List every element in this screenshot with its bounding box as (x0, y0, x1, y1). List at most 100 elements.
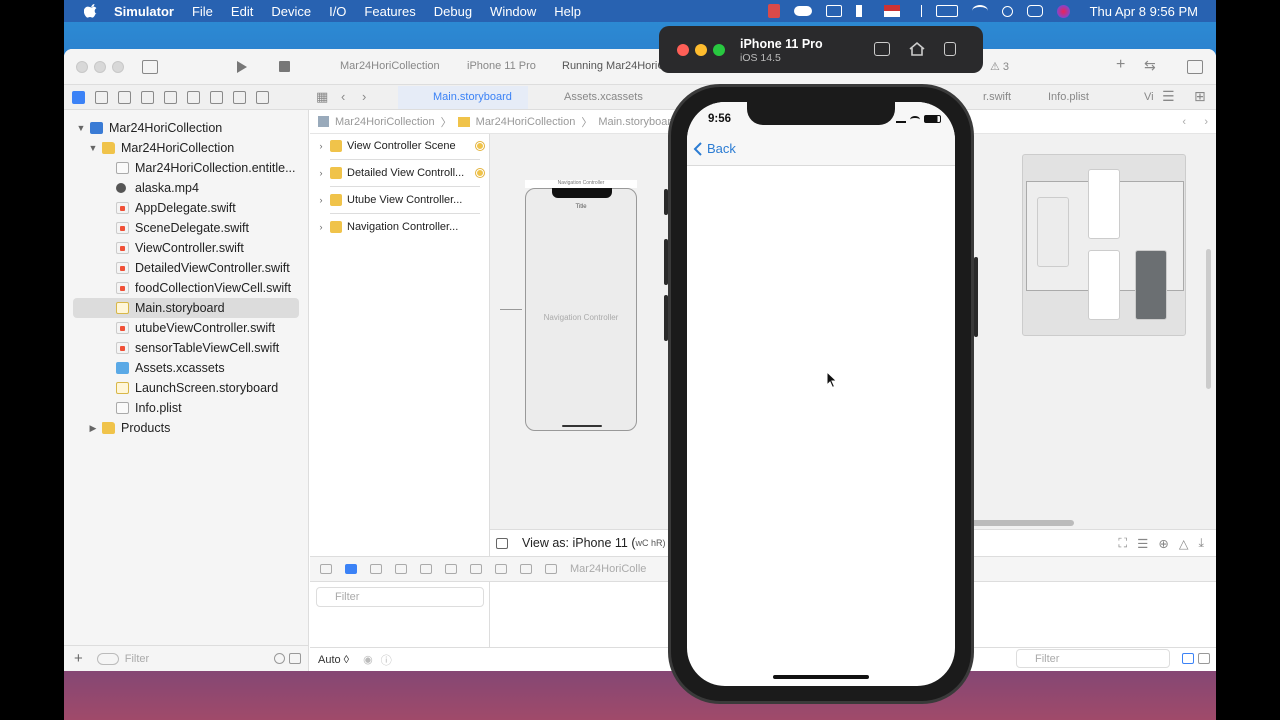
nav-scene-header[interactable]: Navigation Controller (525, 180, 637, 188)
disclosure-closed-icon[interactable]: › (316, 141, 326, 151)
file-viewcontroller[interactable]: ViewController.swift (64, 238, 309, 258)
outline-filter-input[interactable]: Filter (316, 587, 484, 607)
editor-grid-icon[interactable]: ▦ (316, 89, 328, 105)
file-detailedviewcontroller[interactable]: DetailedViewController.swift (64, 258, 309, 278)
window-zoom-button[interactable] (112, 61, 124, 73)
bluetooth-icon[interactable] (914, 5, 922, 17)
tab-main-storyboard[interactable]: Main.storyboard (433, 91, 512, 103)
ios-back-button[interactable]: Back (693, 141, 736, 156)
step-out-icon[interactable] (445, 564, 457, 574)
variables-mode-select[interactable]: Auto ◊ (318, 654, 349, 666)
issue-nav-prev-icon[interactable]: ‹ (1182, 116, 1186, 128)
menu-file[interactable]: File (192, 4, 213, 19)
menu-clock[interactable]: Thu Apr 8 9:56 PM (1090, 4, 1198, 19)
menu-help[interactable]: Help (554, 4, 581, 19)
home-icon[interactable] (908, 41, 926, 57)
tab-info-plist[interactable]: Info.plist (1048, 91, 1089, 103)
volume-down-button[interactable] (664, 295, 668, 341)
battery-icon[interactable] (935, 5, 958, 17)
tab-more[interactable]: Vi (1144, 91, 1154, 103)
search-icon[interactable] (1001, 5, 1013, 17)
file-foodcollectionviewcell[interactable]: foodCollectionViewCell.swift (64, 278, 309, 298)
nav-forward-icon[interactable]: › (362, 89, 366, 104)
ios-home-indicator[interactable] (773, 675, 869, 679)
power-button[interactable] (974, 257, 978, 337)
cloud-upload-icon[interactable] (793, 6, 812, 16)
pin-icon[interactable]: ⊕ (1158, 536, 1168, 551)
recent-files-icon[interactable] (274, 653, 285, 664)
stop-icon[interactable] (279, 61, 290, 72)
hide-debug-area-icon[interactable] (320, 564, 332, 574)
scheme-device[interactable]: iPhone 11 Pro (467, 60, 536, 72)
keyboard-icon[interactable] (825, 5, 842, 17)
info-icon[interactable]: ⓘ (381, 652, 392, 668)
debug-navigator-icon[interactable] (210, 91, 223, 104)
issue-navigator-icon[interactable] (164, 91, 177, 104)
view-hierarchy-icon[interactable] (470, 564, 482, 574)
tab-assets[interactable]: Assets.xcassets (564, 91, 643, 103)
quick-look-icon[interactable]: ◉ (363, 653, 373, 666)
menu-device[interactable]: Device (271, 4, 311, 19)
project-navigator-icon[interactable] (72, 91, 85, 104)
outline-scene-view-controller[interactable]: › View Controller Scene (316, 136, 486, 156)
sim-minimize-button[interactable] (695, 44, 707, 56)
toggle-outline-icon[interactable] (496, 537, 508, 549)
step-over-icon[interactable] (395, 564, 407, 574)
window-close-button[interactable] (76, 61, 88, 73)
split-console-icon[interactable] (1182, 653, 1194, 664)
outline-scene-navigation[interactable]: › Navigation Controller... (316, 217, 486, 237)
align-icon[interactable]: ☰ (1137, 536, 1148, 551)
menu-window[interactable]: Window (490, 4, 536, 19)
volume-icon[interactable] (855, 5, 870, 17)
side-button[interactable] (664, 189, 668, 215)
disclosure-closed-icon[interactable]: ▶ (88, 423, 98, 434)
breakpoint-navigator-icon[interactable] (233, 91, 246, 104)
menu-debug[interactable]: Debug (434, 4, 472, 19)
sim-close-button[interactable] (677, 44, 689, 56)
add-library-icon[interactable]: + (1116, 56, 1125, 74)
file-launchscreen[interactable]: LaunchScreen.storyboard (64, 378, 309, 398)
tab-swift-file[interactable]: r.swift (983, 91, 1011, 103)
rotate-icon[interactable] (944, 42, 956, 56)
view-as-device-button[interactable]: View as: iPhone 11 ( (522, 536, 636, 550)
project-root[interactable]: ▼ Mar24HoriCollection (64, 118, 309, 138)
back-forward-icon[interactable]: ⇆ (1144, 57, 1156, 74)
disclosure-closed-icon[interactable]: › (316, 168, 326, 178)
file-appdelegate[interactable]: AppDelegate.swift (64, 198, 309, 218)
breakpoints-toggle-icon[interactable] (345, 564, 357, 574)
sim-zoom-button[interactable] (713, 44, 725, 56)
navigator-filter-input[interactable]: Filter (125, 653, 274, 665)
file-utubeviewcontroller[interactable]: utubeViewController.swift (64, 318, 309, 338)
wifi-icon[interactable] (971, 5, 988, 17)
apple-icon[interactable] (84, 4, 98, 18)
disclosure-open-icon[interactable]: ▼ (76, 123, 86, 133)
disclosure-closed-icon[interactable]: › (316, 195, 326, 205)
menu-io[interactable]: I/O (329, 4, 346, 19)
filter-options-icon[interactable] (96, 652, 119, 665)
group-main[interactable]: ▼ Mar24HoriCollection (64, 138, 309, 158)
find-navigator-icon[interactable] (141, 91, 154, 104)
file-sensortableviewcell[interactable]: sensorTableViewCell.swift (64, 338, 309, 358)
file-alaska[interactable]: alaska.mp4 (64, 178, 309, 198)
add-file-icon[interactable]: + (74, 650, 83, 667)
group-products[interactable]: ▶ Products (64, 418, 309, 438)
memory-graph-icon[interactable] (495, 564, 507, 574)
siri-icon[interactable] (1056, 4, 1070, 18)
outline-scene-detailed[interactable]: › Detailed View Controll... (316, 163, 486, 183)
symbol-navigator-icon[interactable] (118, 91, 131, 104)
menu-app-name[interactable]: Simulator (114, 4, 174, 19)
disclosure-closed-icon[interactable]: › (316, 222, 326, 232)
pause-icon[interactable] (370, 564, 382, 574)
report-navigator-icon[interactable] (256, 91, 269, 104)
source-control-icon[interactable] (95, 91, 108, 104)
screenshot-icon[interactable] (874, 42, 890, 56)
menu-features[interactable]: Features (364, 4, 415, 19)
storyboard-minimap[interactable] (1022, 154, 1186, 336)
control-center-icon[interactable] (1026, 5, 1043, 17)
file-info-plist[interactable]: Info.plist (64, 398, 309, 418)
scm-filter-icon[interactable] (289, 653, 301, 664)
breadcrumb-project[interactable]: Mar24HoriCollection (335, 116, 435, 128)
warning-count[interactable]: ⚠ 3 (990, 60, 1009, 73)
recording-icon[interactable] (767, 4, 780, 18)
window-minimize-button[interactable] (94, 61, 106, 73)
